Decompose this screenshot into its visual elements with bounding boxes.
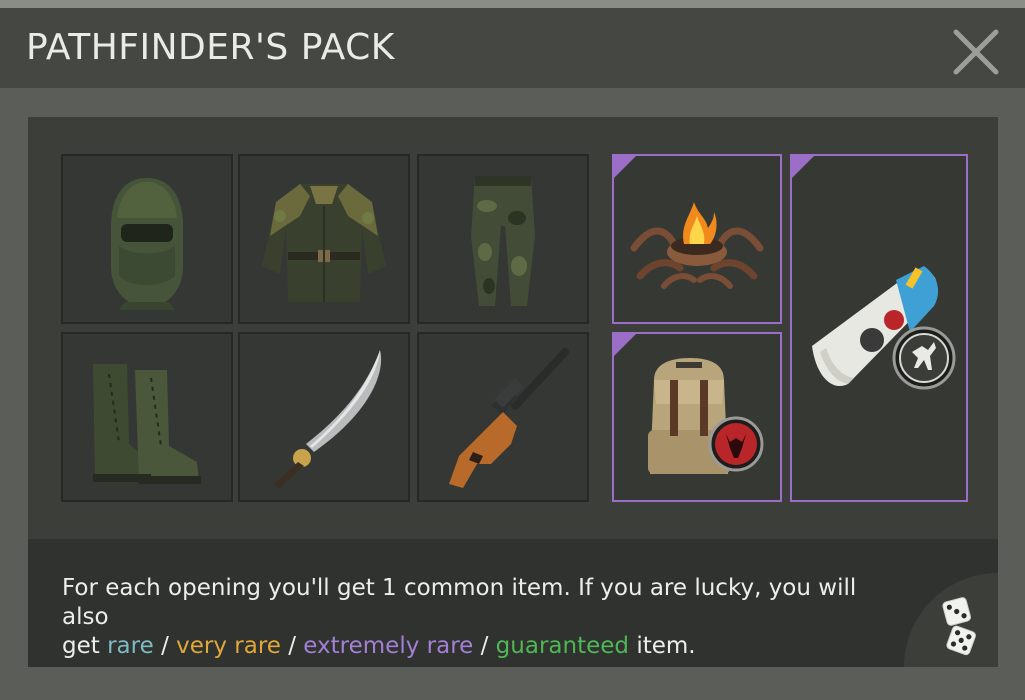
machete-icon bbox=[274, 350, 382, 488]
close-icon bbox=[953, 29, 999, 75]
description-line1: For each opening you'll get 1 common ite… bbox=[62, 575, 857, 630]
rifle-icon bbox=[449, 348, 569, 488]
balaclava-icon bbox=[111, 178, 183, 310]
dice-icon bbox=[942, 597, 976, 656]
item-slot-balaclava[interactable] bbox=[61, 154, 233, 324]
item-slot-antler-brazier[interactable] bbox=[612, 154, 782, 324]
item-slot-machete[interactable] bbox=[238, 332, 410, 502]
close-button[interactable] bbox=[950, 26, 1002, 78]
item-slot-boots[interactable] bbox=[61, 332, 233, 502]
header-bar: PATHFINDER'S PACK bbox=[0, 8, 1025, 88]
separator: / bbox=[480, 633, 489, 659]
item-slot-rifle[interactable] bbox=[417, 332, 589, 502]
item-slot-moto-magazine[interactable] bbox=[790, 154, 968, 502]
separator: / bbox=[288, 633, 296, 659]
description-get: get bbox=[62, 633, 100, 659]
ghillie-jacket-icon bbox=[262, 184, 386, 302]
boots-icon bbox=[93, 364, 201, 484]
description-text: For each opening you'll get 1 common ite… bbox=[62, 574, 862, 661]
item-slot-backpack[interactable] bbox=[612, 332, 782, 502]
description-end: item. bbox=[636, 633, 696, 659]
camo-pants-icon bbox=[471, 176, 535, 306]
rarity-rare-label: rare bbox=[107, 633, 154, 659]
magazine-icon bbox=[812, 266, 956, 390]
top-strip bbox=[0, 0, 1025, 8]
rarity-extremely-rare-label: extremely rare bbox=[303, 633, 474, 659]
separator: / bbox=[161, 633, 169, 659]
page-title: PATHFINDER'S PACK bbox=[26, 27, 395, 68]
antler-brazier-icon bbox=[630, 202, 764, 289]
rarity-very-rare-label: very rare bbox=[176, 633, 281, 659]
rarity-guaranteed-label: guaranteed bbox=[495, 633, 629, 659]
backpack-icon bbox=[648, 358, 764, 474]
dice-button[interactable] bbox=[904, 573, 998, 667]
description-footer: For each opening you'll get 1 common ite… bbox=[28, 539, 998, 667]
item-slot-ghillie-jacket[interactable] bbox=[238, 154, 410, 324]
item-slot-camo-pants[interactable] bbox=[417, 154, 589, 324]
